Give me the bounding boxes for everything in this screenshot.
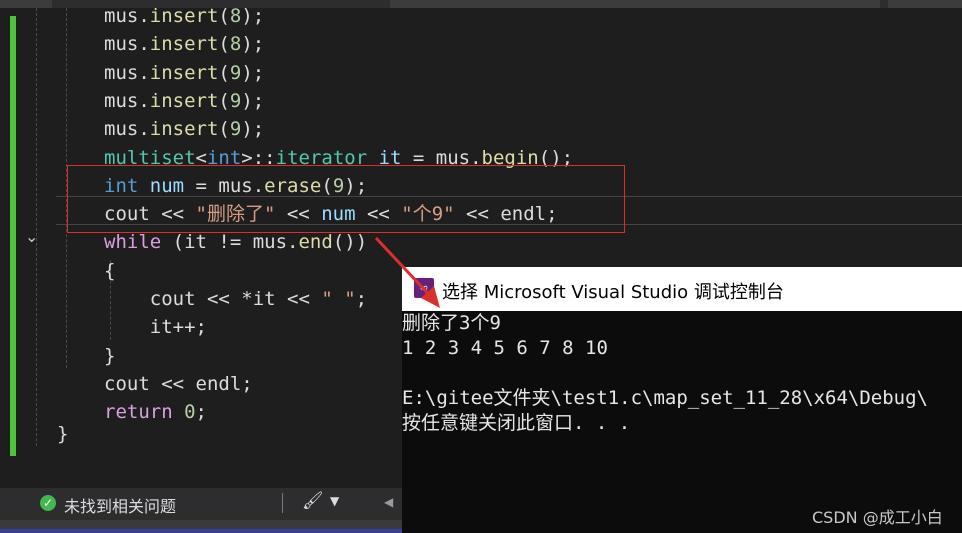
watermark: CSDN @成工小白 <box>812 508 943 527</box>
annotation-arrow <box>374 236 440 308</box>
